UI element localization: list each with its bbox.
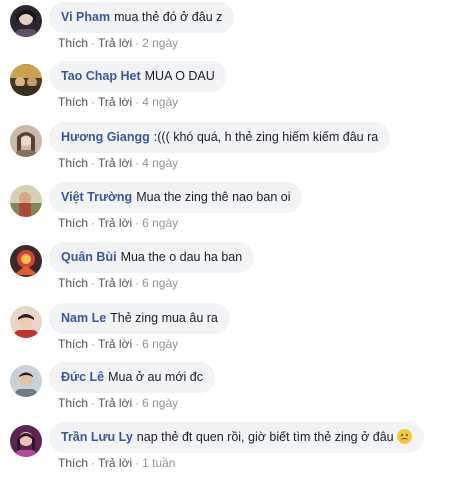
- comment-timestamp[interactable]: 6 ngày: [142, 216, 178, 230]
- reply-link[interactable]: Trả lời: [98, 156, 132, 170]
- separator-dot: ·: [91, 337, 96, 351]
- like-link[interactable]: Thích: [58, 456, 88, 470]
- separator-dot: ·: [91, 156, 96, 170]
- separator-dot: ·: [135, 156, 140, 170]
- separator-dot: ·: [135, 276, 140, 290]
- comment-bubble: Đức Lê Mua ở au mới đc: [49, 362, 215, 393]
- separator-dot: ·: [135, 396, 140, 410]
- comment-item: Quân Bùi Mua the o dau ha ban Thích · Trả l…: [0, 240, 473, 300]
- comment-timestamp[interactable]: 4 ngày: [142, 156, 178, 170]
- reply-link[interactable]: Trả lời: [98, 276, 132, 290]
- comment-author[interactable]: Quân Bùi: [61, 250, 117, 264]
- comment-author[interactable]: Tao Chap Het: [61, 69, 141, 83]
- separator-dot: ·: [135, 216, 140, 230]
- like-link[interactable]: Thích: [58, 95, 88, 109]
- comment-timestamp[interactable]: 4 ngày: [142, 95, 178, 109]
- like-link[interactable]: Thích: [58, 216, 88, 230]
- comment-author[interactable]: Hương Giangg: [61, 130, 150, 144]
- avatar[interactable]: [10, 125, 42, 157]
- reply-link[interactable]: Trả lời: [98, 337, 132, 351]
- comment-item: Việt Trường Mua the zing thê nao ban oi T…: [0, 180, 473, 240]
- comment-item: Hương Giangg:((( khó quá, h thẻ zing hiế…: [0, 120, 473, 180]
- separator-dot: ·: [135, 95, 140, 109]
- like-link[interactable]: Thích: [58, 156, 88, 170]
- separator-dot: ·: [135, 36, 140, 50]
- avatar[interactable]: [10, 365, 42, 397]
- comment-text: mua thẻ đó ở đâu z: [114, 10, 223, 24]
- reply-link[interactable]: Trả lời: [98, 396, 132, 410]
- separator-dot: ·: [135, 456, 140, 470]
- comment-text: :((( khó quá, h thẻ zing hiếm kiếm đâu r…: [153, 130, 379, 144]
- comment-bubble: Trần Lưu Ly nap thẻ đt quen rồi, giờ biết…: [49, 422, 424, 453]
- comment-timestamp[interactable]: 1 tuần: [142, 456, 175, 470]
- comment-author[interactable]: Vi Pham: [61, 10, 110, 24]
- comment-text: MUA O DAU: [144, 69, 215, 83]
- comment-bubble: Nam Le Thẻ zing mua âu ra: [49, 303, 230, 334]
- comment-author[interactable]: Việt Trường: [61, 190, 132, 204]
- avatar[interactable]: [10, 306, 42, 338]
- comment-item: Trần Lưu Ly nap thẻ đt quen rồi, giờ biết…: [0, 420, 473, 480]
- comment-text: Thẻ zing mua âu ra: [110, 311, 218, 325]
- reply-link[interactable]: Trả lời: [98, 36, 132, 50]
- reply-link[interactable]: Trả lời: [98, 456, 132, 470]
- separator-dot: ·: [91, 36, 96, 50]
- comment-text: Mua the o dau ha ban: [120, 250, 243, 264]
- like-link[interactable]: Thích: [58, 276, 88, 290]
- comment-actions: Thích · Trả lời · 1 tuần: [58, 456, 175, 470]
- comment-author[interactable]: Nam Le: [61, 311, 106, 325]
- avatar[interactable]: [10, 5, 42, 37]
- comment-timestamp[interactable]: 6 ngày: [142, 396, 178, 410]
- comment-timestamp[interactable]: 6 ngày: [142, 337, 178, 351]
- comment-item: Tao Chap Het MUA O DAU Thích · Trả lời · 4 ng…: [0, 59, 473, 119]
- separator-dot: ·: [135, 337, 140, 351]
- comment-item: Nam Le Thẻ zing mua âu ra Thích · Trả lời · 6…: [0, 301, 473, 361]
- comment-bubble: Hương Giangg:((( khó quá, h thẻ zing hiế…: [49, 122, 391, 153]
- avatar[interactable]: [10, 64, 42, 96]
- comment-list: Vi Pham mua thẻ đó ở đâu z Thích · Trả lời ·…: [0, 0, 473, 473]
- comment-text: Mua ở au mới đc: [108, 370, 203, 384]
- comment-timestamp[interactable]: 2 ngày: [142, 36, 178, 50]
- comment-actions: Thích · Trả lời · 6 ngày: [58, 216, 178, 230]
- comment-text: Mua the zing thê nao ban oi: [136, 190, 291, 204]
- separator-dot: ·: [91, 456, 96, 470]
- avatar[interactable]: [10, 425, 42, 457]
- comment-bubble: Tao Chap Het MUA O DAU: [49, 61, 227, 92]
- avatar[interactable]: [10, 245, 42, 277]
- reply-link[interactable]: Trả lời: [98, 95, 132, 109]
- separator-dot: ·: [91, 276, 96, 290]
- comment-actions: Thích · Trả lời · 4 ngày: [58, 156, 178, 170]
- comment-author[interactable]: Đức Lê: [61, 370, 104, 384]
- comment-author[interactable]: Trần Lưu Ly: [61, 430, 133, 444]
- comment-bubble: Quân Bùi Mua the o dau ha ban: [49, 242, 255, 273]
- comment-item: Đức Lê Mua ở au mới đc Thích · Trả lời · 6 ng…: [0, 360, 473, 420]
- reply-link[interactable]: Trả lời: [98, 216, 132, 230]
- like-link[interactable]: Thích: [58, 337, 88, 351]
- comment-bubble: Vi Pham mua thẻ đó ở đâu z: [49, 2, 235, 33]
- separator-dot: ·: [91, 396, 96, 410]
- comment-timestamp[interactable]: 6 ngày: [142, 276, 178, 290]
- separator-dot: ·: [91, 95, 96, 109]
- comment-text: nap thẻ đt quen rồi, giờ biết tìm thẻ zi…: [136, 430, 394, 444]
- comment-actions: Thích · Trả lời · 2 ngày: [58, 36, 178, 50]
- comment-actions: Thích · Trả lời · 6 ngày: [58, 276, 178, 290]
- separator-dot: ·: [91, 216, 96, 230]
- like-link[interactable]: Thích: [58, 396, 88, 410]
- sad-emoji-icon: [396, 429, 412, 444]
- comment-item: Vi Pham mua thẻ đó ở đâu z Thích · Trả lời ·…: [0, 0, 473, 60]
- avatar[interactable]: [10, 185, 42, 217]
- like-link[interactable]: Thích: [58, 36, 88, 50]
- comment-actions: Thích · Trả lời · 4 ngày: [58, 95, 178, 109]
- comment-actions: Thích · Trả lời · 6 ngày: [58, 396, 178, 410]
- comment-bubble: Việt Trường Mua the zing thê nao ban oi: [49, 182, 303, 213]
- comment-actions: Thích · Trả lời · 6 ngày: [58, 337, 178, 351]
